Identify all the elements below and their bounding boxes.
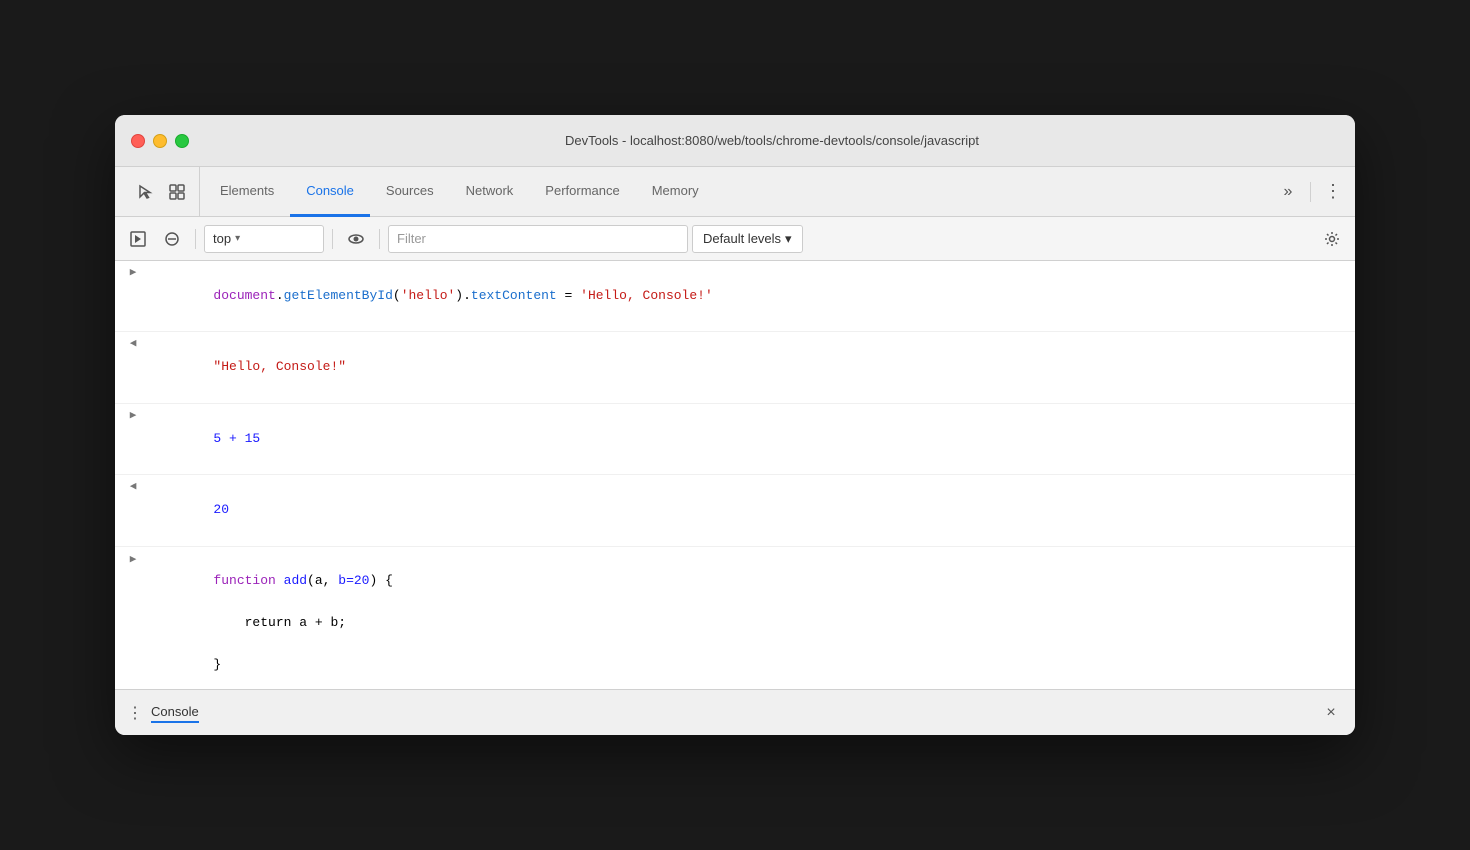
bottom-console-label: Console bbox=[151, 702, 199, 723]
console-toolbar: top ▾ Default levels ▾ bbox=[115, 217, 1355, 261]
toolbar-divider-1 bbox=[195, 229, 196, 249]
tab-bar: Elements Console Sources Network Perform… bbox=[115, 167, 1355, 217]
maximize-button[interactable] bbox=[175, 134, 189, 148]
toolbar-divider-3 bbox=[379, 229, 380, 249]
console-line: ◀ 20 bbox=[115, 475, 1355, 546]
output-arrow: ◀ bbox=[115, 334, 151, 354]
window-title: DevTools - localhost:8080/web/tools/chro… bbox=[205, 133, 1339, 148]
live-expressions-button[interactable] bbox=[341, 224, 371, 254]
bottom-menu-button[interactable]: ⋮ bbox=[127, 703, 143, 723]
bottom-close-button[interactable]: × bbox=[1319, 701, 1343, 725]
close-button[interactable] bbox=[131, 134, 145, 148]
divider bbox=[1310, 182, 1311, 202]
console-line: ◀ "Hello, Console!" bbox=[115, 332, 1355, 403]
traffic-lights bbox=[131, 134, 189, 148]
tab-console[interactable]: Console bbox=[290, 167, 370, 217]
context-selector[interactable]: top ▾ bbox=[204, 225, 324, 253]
tab-network[interactable]: Network bbox=[450, 167, 530, 217]
tab-sources[interactable]: Sources bbox=[370, 167, 450, 217]
console-line: ▶ 5 + 15 bbox=[115, 404, 1355, 475]
minimize-button[interactable] bbox=[153, 134, 167, 148]
devtools-menu-button[interactable]: ⋮ bbox=[1319, 178, 1347, 206]
context-arrow-icon: ▾ bbox=[235, 233, 240, 244]
console-text: document.getElementById('hello').textCon… bbox=[151, 263, 1347, 329]
cursor-icon-button[interactable] bbox=[131, 178, 159, 206]
context-value: top bbox=[213, 231, 231, 246]
title-bar: DevTools - localhost:8080/web/tools/chro… bbox=[115, 115, 1355, 167]
more-tabs-button[interactable]: » bbox=[1274, 178, 1302, 206]
levels-arrow-icon: ▾ bbox=[785, 231, 792, 247]
console-line: ▶ function add(a, b=20) { return a + b; … bbox=[115, 547, 1355, 689]
console-text: function add(a, b=20) { return a + b; } bbox=[151, 549, 1347, 689]
execute-button[interactable] bbox=[123, 224, 153, 254]
input-arrow: ▶ bbox=[115, 406, 151, 426]
devtools-window: DevTools - localhost:8080/web/tools/chro… bbox=[115, 115, 1355, 735]
inspect-icon-button[interactable] bbox=[163, 178, 191, 206]
console-text: 20 bbox=[151, 477, 1347, 543]
tab-bar-right: » ⋮ bbox=[1274, 167, 1347, 216]
tab-performance[interactable]: Performance bbox=[529, 167, 635, 217]
input-arrow: ▶ bbox=[115, 263, 151, 283]
clear-console-button[interactable] bbox=[157, 224, 187, 254]
console-text: 5 + 15 bbox=[151, 406, 1347, 472]
tab-memory[interactable]: Memory bbox=[636, 167, 715, 217]
levels-label: Default levels bbox=[703, 231, 781, 246]
output-arrow: ◀ bbox=[115, 477, 151, 497]
console-text: "Hello, Console!" bbox=[151, 334, 1347, 400]
filter-input[interactable] bbox=[388, 225, 688, 253]
tab-bar-icons bbox=[123, 167, 200, 216]
bottom-bar: ⋮ Console × bbox=[115, 689, 1355, 735]
settings-button[interactable] bbox=[1317, 224, 1347, 254]
input-arrow: ▶ bbox=[115, 549, 151, 570]
console-line: ▶ document.getElementById('hello').textC… bbox=[115, 261, 1355, 332]
console-output: ▶ document.getElementById('hello').textC… bbox=[115, 261, 1355, 689]
toolbar-divider-2 bbox=[332, 229, 333, 249]
log-levels-button[interactable]: Default levels ▾ bbox=[692, 225, 803, 253]
tab-elements[interactable]: Elements bbox=[204, 167, 290, 217]
